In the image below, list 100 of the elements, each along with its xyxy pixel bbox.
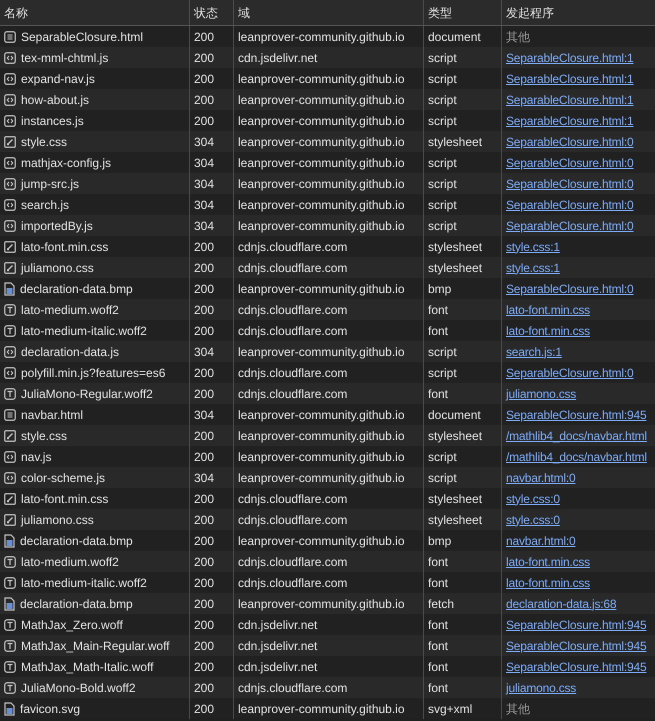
initiator-link[interactable]: SeparableClosure.html:945 [506,658,646,676]
initiator-link[interactable]: SeparableClosure.html:0 [506,154,634,172]
file-name: lato-font.min.css [21,238,108,256]
initiator-link[interactable]: /mathlib4_docs/navbar.html [506,426,647,444]
initiator-link[interactable]: SeparableClosure.html:0 [506,364,634,382]
domain: leanprover-community.github.io [238,196,405,214]
domain: leanprover-community.github.io [238,406,405,424]
column-header[interactable]: 域 [238,4,250,22]
resource-type: font [428,554,448,570]
font-icon [4,324,16,336]
domain: cdn.jsdelivr.net [238,50,318,66]
column-header[interactable]: 类型 [428,4,452,22]
column-header[interactable]: 发起程序 [506,4,554,22]
initiator-link[interactable]: SeparableClosure.html:0 [506,196,634,214]
status-code: 200 [194,616,214,634]
status-code: 200 [194,532,214,550]
file-name: declaration-data.bmp [20,280,133,298]
resource-type: script [428,344,457,360]
initiator-link[interactable]: lato-font.min.css [506,322,590,340]
font-icon [4,388,16,400]
initiator-link[interactable]: style.css:1 [506,238,560,256]
file-name: tex-mml-chtml.js [21,50,108,66]
file-name: juliamono.css [21,512,94,528]
status-code: 200 [194,596,214,612]
domain: cdnjs.cloudflare.com [238,364,348,382]
status-code: 200 [194,386,214,402]
file-name: polyfill.min.js?features=es6 [21,364,166,382]
initiator-link[interactable]: SeparableClosure.html:1 [506,90,634,108]
domain: leanprover-community.github.io [238,344,405,360]
domain: cdnjs.cloudflare.com [238,386,348,402]
domain: cdnjs.cloudflare.com [238,512,348,528]
column-header[interactable]: 名称 [4,4,28,22]
domain: leanprover-community.github.io [238,470,405,486]
status-code: 200 [194,280,214,298]
document-icon [4,30,16,42]
file-name: importedBy.js [21,218,93,234]
font-icon [4,660,16,672]
resource-type: font [428,302,448,318]
initiator-link[interactable]: SeparableClosure.html:1 [506,70,634,88]
initiator-link[interactable]: SeparableClosure.html:0 [506,174,634,192]
column-header[interactable]: 状态 [194,4,218,22]
domain: cdnjs.cloudflare.com [238,302,348,318]
resource-type: font [428,322,448,340]
domain: leanprover-community.github.io [238,596,405,612]
brush-icon [4,514,16,526]
domain: cdn.jsdelivr.net [238,658,318,676]
domain: cdnjs.cloudflare.com [238,322,348,340]
font-icon [4,682,16,694]
initiator-link[interactable]: /mathlib4_docs/navbar.html [506,448,647,466]
initiator-link[interactable]: style.css:1 [506,258,560,276]
file-name: JuliaMono-Bold.woff2 [21,680,136,696]
initiator-link[interactable]: SeparableClosure.html:0 [506,132,634,150]
domain: leanprover-community.github.io [238,112,405,130]
initiator-link[interactable]: navbar.html:0 [506,532,576,550]
status-code: 304 [194,154,214,172]
status-code: 200 [194,112,214,130]
initiator-link[interactable]: search.js:1 [506,342,562,360]
file-name: lato-medium.woff2 [21,302,119,318]
initiator-link[interactable]: SeparableClosure.html:1 [506,48,634,66]
status-code: 200 [194,238,214,256]
domain: leanprover-community.github.io [238,176,405,192]
status-code: 304 [194,218,214,234]
resource-type: font [428,638,448,654]
file-name: lato-medium-italic.woff2 [21,574,147,592]
resource-type: svg+xml [428,700,472,718]
resource-type: script [428,70,457,88]
initiator-link[interactable]: SeparableClosure.html:1 [506,112,634,130]
code-icon [4,198,16,210]
code-icon [4,178,16,190]
initiator-link[interactable]: SeparableClosure.html:945 [506,406,646,424]
status-code: 200 [194,50,214,66]
resource-type: font [428,386,448,402]
initiator-link[interactable]: style.css:0 [506,490,560,508]
initiator-link[interactable]: SeparableClosure.html:945 [506,616,646,634]
resource-type: font [428,680,448,696]
initiator-link[interactable]: declaration-data.js:68 [506,594,616,612]
resource-type: stylesheet [428,134,482,150]
initiator-link[interactable]: lato-font.min.css [506,300,590,318]
status-code: 200 [194,92,214,108]
resource-type: script [428,176,457,192]
resource-type: document [428,406,481,424]
resource-type: stylesheet [428,428,482,444]
initiator-link[interactable]: SeparableClosure.html:945 [506,636,646,654]
file-name: mathjax-config.js [21,154,112,172]
domain: cdnjs.cloudflare.com [238,238,348,256]
initiator-link[interactable]: SeparableClosure.html:0 [506,216,634,234]
brush-icon [4,262,16,274]
code-icon [4,472,16,484]
initiator-link[interactable]: juliamono.css [506,384,576,402]
status-code: 200 [194,448,214,466]
initiator-link[interactable]: lato-font.min.css [506,552,590,570]
status-code: 304 [194,406,214,424]
initiator-link[interactable]: SeparableClosure.html:0 [506,280,634,298]
initiator-link[interactable]: style.css:0 [506,510,560,528]
initiator-link[interactable]: navbar.html:0 [506,468,576,486]
domain: cdnjs.cloudflare.com [238,260,348,276]
status-code: 200 [194,574,214,592]
initiator-link[interactable]: juliamono.css [506,678,576,696]
status-code: 200 [194,554,214,570]
initiator-link[interactable]: lato-font.min.css [506,574,590,592]
